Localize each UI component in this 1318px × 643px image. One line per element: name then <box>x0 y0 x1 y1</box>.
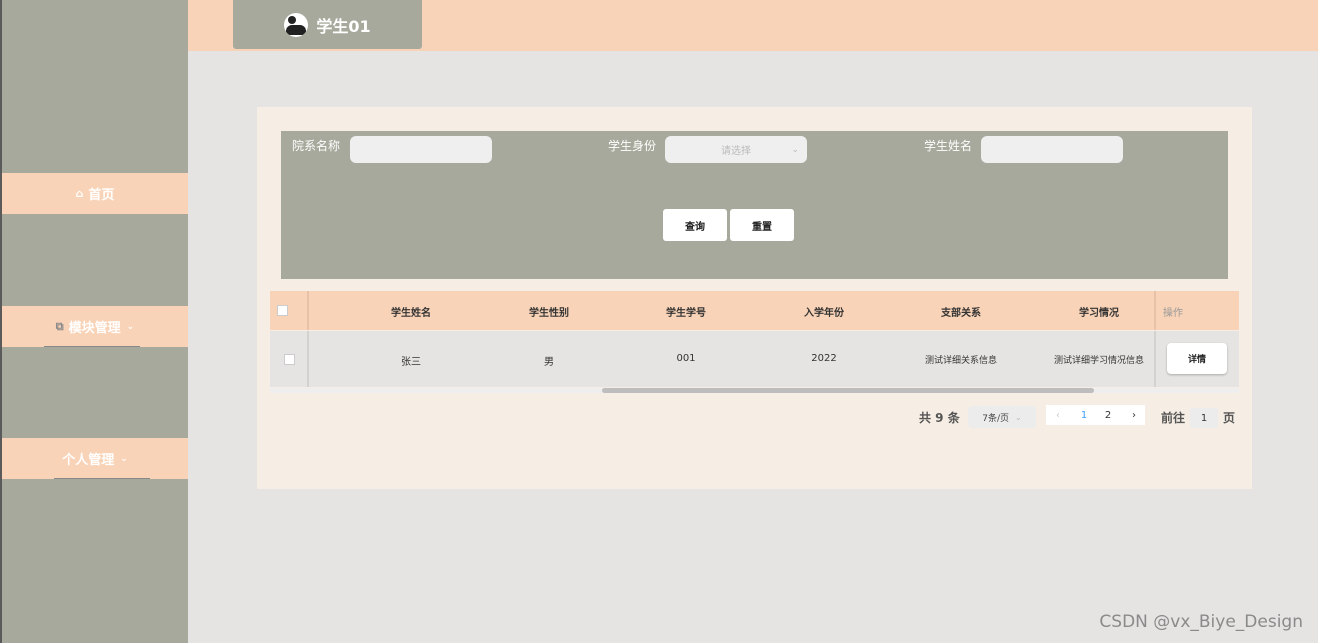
sidebar-item-label: 首页 <box>88 188 115 203</box>
page-2-button[interactable]: 2 <box>1096 405 1120 425</box>
select-all-checkbox[interactable] <box>277 305 288 316</box>
name-label: 学生姓名 <box>924 139 973 153</box>
page-suffix: 页 <box>1223 411 1236 425</box>
query-button[interactable]: 查询 <box>663 209 727 241</box>
sidebar-item-home[interactable]: ⌂ 首页 <box>2 173 188 214</box>
chevron-down-icon: ⌄ <box>791 144 799 155</box>
sidebar-item-label: 模块管理 <box>68 321 121 336</box>
page-1-button[interactable]: 1 <box>1072 405 1096 425</box>
identity-placeholder: 请选择 <box>721 146 751 157</box>
page-size-select[interactable]: 7条/页 ⌄ <box>968 406 1036 428</box>
next-page-button[interactable]: › <box>1122 405 1146 425</box>
cell-enroll-year: 2022 <box>811 353 837 364</box>
copy-icon: ⧉ <box>55 319 64 333</box>
identity-select[interactable]: 请选择 ⌄ <box>665 136 807 163</box>
fixed-column-divider <box>307 331 309 387</box>
cell-student-id: 001 <box>676 353 696 364</box>
table-row: 张三 男 001 2022 测试详细关系信息 测试详细学习情况信息 <box>270 331 1239 387</box>
avatar <box>284 12 309 37</box>
menu-underline <box>54 478 150 479</box>
cell-gender: 男 <box>544 357 554 368</box>
column-header-enroll-year[interactable]: 入学年份 <box>754 304 894 319</box>
user-name: 学生01 <box>316 16 371 36</box>
sidebar-item-label: 个人管理 <box>62 453 115 468</box>
cell-study: 测试详细学习情况信息 <box>1053 356 1144 366</box>
table-header: 学生姓名 学生性别 学生学号 入学年份 支部关系 学习情况 操作 <box>270 291 1239 330</box>
column-header-student-id[interactable]: 学生学号 <box>616 304 756 319</box>
detail-button[interactable]: 详情 <box>1167 343 1227 374</box>
page-size-value: 7条/页 <box>982 413 1010 424</box>
cell-name: 张三 <box>401 357 421 368</box>
dept-input[interactable] <box>350 136 492 163</box>
sidebar-item-personal-management[interactable]: 个人管理 ⌄ <box>2 438 188 479</box>
column-header-gender[interactable]: 学生性别 <box>479 304 619 319</box>
fixed-column-divider <box>307 291 309 330</box>
prev-page-button[interactable]: ‹ <box>1046 405 1070 425</box>
chevron-down-icon: ⌄ <box>120 453 128 464</box>
sidebar-item-module-management[interactable]: ⧉ 模块管理 ⌄ <box>2 306 188 347</box>
goto-label: 前往 <box>1161 411 1186 425</box>
reset-button[interactable]: 重置 <box>730 209 794 241</box>
chevron-down-icon: ⌄ <box>1015 412 1022 422</box>
name-input[interactable] <box>981 136 1123 163</box>
cell-branch: 测试详细关系信息 <box>924 356 997 366</box>
goto-page-input[interactable]: 1 <box>1190 408 1218 428</box>
row-checkbox[interactable] <box>284 354 295 365</box>
column-header-name[interactable]: 学生姓名 <box>341 304 481 319</box>
dept-label: 院系名称 <box>292 139 341 153</box>
chevron-down-icon: ⌄ <box>126 321 135 332</box>
column-header-study[interactable]: 学习情况 <box>1029 304 1169 319</box>
watermark: CSDN @vx_Biye_Design <box>1099 612 1303 632</box>
identity-label: 学生身份 <box>608 139 657 153</box>
home-icon: ⌂ <box>75 187 84 200</box>
user-menu[interactable]: 学生01 <box>233 0 422 49</box>
scrollbar-thumb[interactable] <box>602 388 1094 393</box>
menu-underline <box>44 346 140 347</box>
column-header-branch[interactable]: 支部关系 <box>891 304 1031 319</box>
total-count: 共 9 条 <box>919 411 960 425</box>
column-header-actions: 操作 <box>1163 308 1183 319</box>
